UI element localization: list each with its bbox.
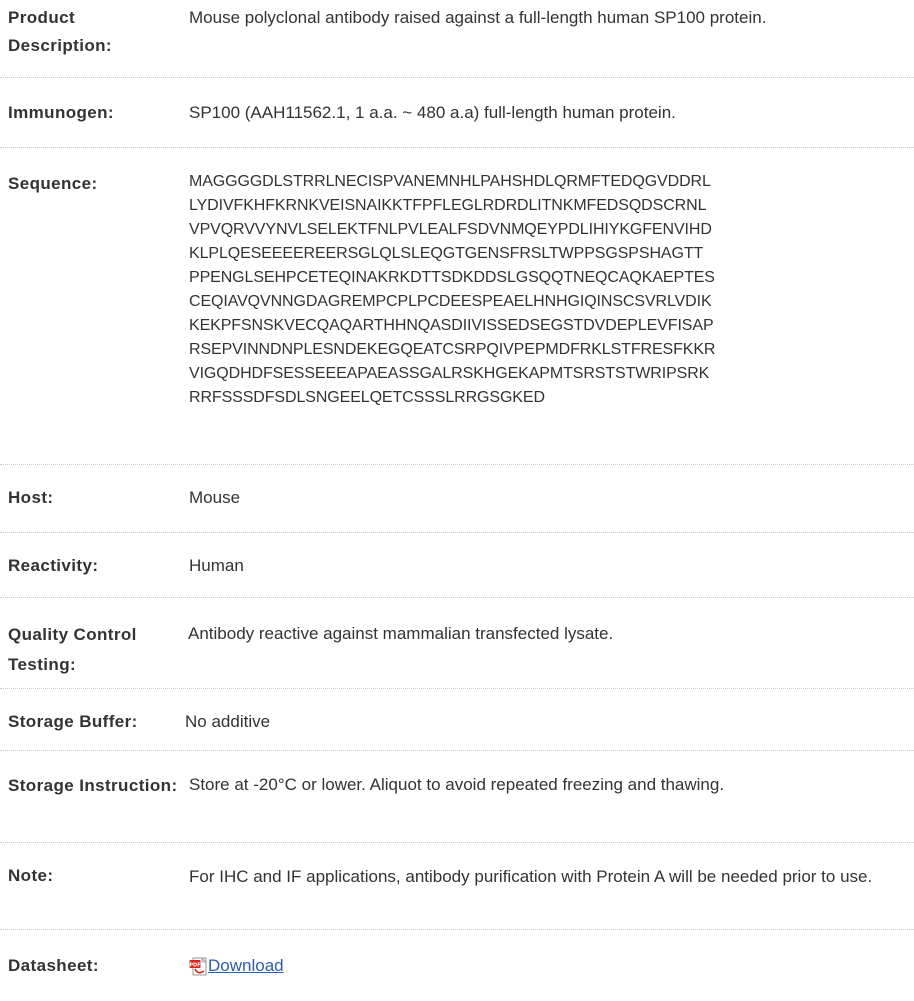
row-storage-instruction: Storage Instruction: Store at -20°C or l… [0, 751, 914, 843]
host-value: Mouse [189, 488, 241, 507]
sequence-value: MAGGGGDLSTRRLNECISPVANEMNHLPAHSHDLQRMFTE… [189, 170, 914, 410]
sequence-line: RRFSSSDFSDLSNGEELQETCSSSLRRGSGKED [189, 389, 545, 406]
product-description-label: Product Description: [8, 8, 112, 55]
row-quality-control: Quality Control Testing: Antibody reacti… [0, 598, 914, 689]
sequence-line: KEKPFSNSKVECQAQARTHHNQASDIIVISSEDSEGSTDV… [189, 317, 714, 334]
sequence-line: KLPLQESEEEEREERSGLQLSLEQGTGENSFRSLTWPPSG… [189, 245, 704, 262]
row-product-description: Product Description: Mouse polyclonal an… [0, 0, 914, 78]
immunogen-value: SP100 (AAH11562.1, 1 a.a. ~ 480 a.a) ful… [189, 103, 676, 122]
download-link-label: Download [208, 956, 284, 975]
row-datasheet: Datasheet: PDF Download [0, 930, 914, 990]
sequence-label: Sequence: [8, 174, 98, 193]
immunogen-label: Immunogen: [8, 103, 114, 122]
sequence-line: VPVQRVVYNVLSELEKTFNLPVLEALFSDVNMQEYPDLIH… [189, 221, 712, 238]
note-label: Note: [8, 866, 54, 885]
row-sequence: Sequence: MAGGGGDLSTRRLNECISPVANEMNHLPAH… [0, 148, 914, 465]
quality-control-label: Quality Control Testing: [8, 625, 137, 674]
sequence-line: LYDIVFKHFKRNKVEISNAIKKTFPFLEGLRDRDLITNKM… [189, 197, 707, 214]
note-value: For IHC and IF applications, antibody pu… [189, 867, 873, 886]
sequence-line: PPENGLSEHPCETEQINAKRKDTTSDKDDSLGSQQTNEQC… [189, 269, 715, 286]
storage-buffer-value: No additive [185, 712, 271, 731]
download-link[interactable]: PDF Download [189, 952, 284, 980]
sequence-line: MAGGGGDLSTRRLNECISPVANEMNHLPAHSHDLQRMFTE… [189, 173, 711, 190]
row-reactivity: Reactivity: Human [0, 533, 914, 598]
row-note: Note: For IHC and IF applications, antib… [0, 843, 914, 930]
host-label: Host: [8, 488, 54, 507]
storage-buffer-label: Storage Buffer: [8, 712, 138, 731]
storage-instruction-label: Storage Instruction: [8, 776, 178, 795]
row-immunogen: Immunogen: SP100 (AAH11562.1, 1 a.a. ~ 4… [0, 78, 914, 148]
reactivity-label: Reactivity: [8, 556, 99, 575]
reactivity-value: Human [189, 556, 244, 575]
storage-instruction-value: Store at -20°C or lower. Aliquot to avoi… [189, 775, 725, 794]
row-host: Host: Mouse [0, 465, 914, 533]
sequence-line: VIGQDHDFSESSEEEAPAEASSGALRSKHGEKAPMTSRST… [189, 365, 710, 382]
product-spec-table: Product Description: Mouse polyclonal an… [0, 0, 914, 990]
product-description-value: Mouse polyclonal antibody raised against… [189, 8, 767, 27]
datasheet-value: PDF Download [189, 952, 914, 985]
sequence-line: RSEPVINNDNPLESNDEKEGQEATCSRPQIVPEPMDFRKL… [189, 341, 716, 358]
datasheet-label: Datasheet: [8, 956, 99, 975]
sequence-line: CEQIAVQVNNGDAGREMPCPLPCDEESPEAELHNHGIQIN… [189, 293, 712, 310]
row-storage-buffer: Storage Buffer: No additive [0, 689, 914, 751]
quality-control-value: Antibody reactive against mammalian tran… [188, 624, 614, 643]
svg-text:PDF: PDF [189, 962, 200, 968]
pdf-icon: PDF [189, 956, 207, 976]
